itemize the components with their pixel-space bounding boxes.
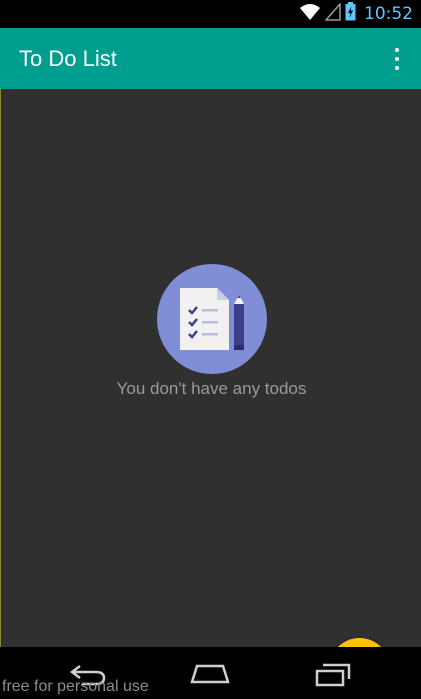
todo-list-content: You don't have any todos + [0,89,421,699]
empty-state-message: You don't have any todos [116,379,307,398]
home-icon[interactable] [188,657,232,691]
status-bar: 10:52 [0,0,421,28]
status-icons: 10:52 [299,0,413,28]
watermark: free for personal use [2,678,149,695]
app-bar: To Do List [0,28,421,89]
recent-apps-icon[interactable] [311,657,355,691]
screen: 10:52 To Do List You don't have any todo… [0,0,421,699]
checklist-pencil-icon [157,264,267,374]
status-time: 10:52 [364,4,413,24]
app-title: To Do List [19,46,117,71]
wifi-icon [299,3,321,26]
battery-charging-icon [345,2,356,26]
overflow-menu-icon[interactable] [385,46,409,72]
signal-icon [324,1,341,26]
